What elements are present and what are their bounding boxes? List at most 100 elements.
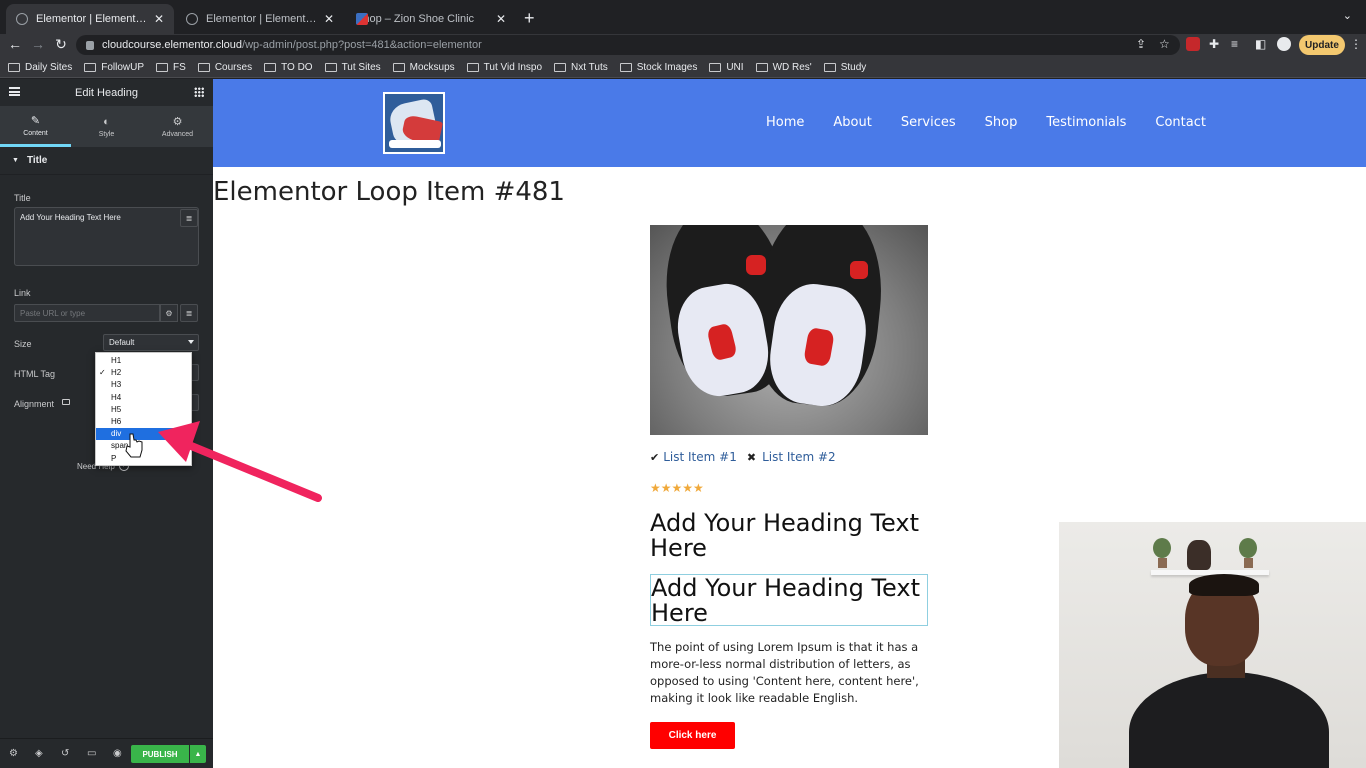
page-title: Elementor Loop Item #481 [213,177,565,207]
nav-testimonials[interactable]: Testimonials [1046,115,1126,130]
option-h6[interactable]: H6 [96,416,191,428]
nav-services[interactable]: Services [901,115,956,130]
new-tab-button[interactable]: + [524,8,535,29]
link-url-input[interactable]: Paste URL or type [14,304,160,322]
tab-content[interactable]: ✎ Content [0,106,71,147]
hamburger-menu-icon[interactable] [9,87,20,96]
list-item[interactable]: List Item #1 [663,450,737,464]
option-span[interactable]: span [96,440,191,452]
puzzle-extensions-icon[interactable]: ✚ [1209,37,1219,51]
address-bar[interactable]: cloudcourse.elementor.cloud/wp-admin/pos… [76,35,1180,55]
navigator-layers-icon[interactable]: ◈ [35,748,43,759]
profile-avatar-icon[interactable] [1277,37,1291,51]
browser-tab-1[interactable]: Elementor | Elementor Loop Item #481 ✕ [6,4,174,34]
folder-icon [554,63,567,72]
preview-eye-icon[interactable]: ◉ [113,748,122,759]
presenter-hair [1189,574,1259,596]
heading-widget-selected[interactable]: Add Your Heading Text Here [650,574,928,626]
title-textarea[interactable]: Add Your Heading Text Here [14,207,199,266]
nav-home[interactable]: Home [766,115,804,130]
bookmark-mocksups[interactable]: Mocksups [392,62,455,73]
red-accent [850,261,868,279]
reload-icon[interactable]: ↻ [51,36,71,53]
close-icon[interactable]: ✕ [154,12,164,26]
extension-red-icon[interactable] [1186,37,1200,51]
bookmark-to-do[interactable]: TO DO [264,62,313,73]
bookmark-nxt-tuts[interactable]: Nxt Tuts [554,62,608,73]
icon-list: ✔ List Item #1 ✖ List Item #2 [650,450,836,464]
red-accent [746,255,766,275]
bookmark-label: FS [173,62,186,73]
publish-options-caret-icon[interactable]: ▲ [190,745,206,763]
nav-shop[interactable]: Shop [985,115,1018,130]
link-options-gear-icon[interactable]: ⚙ [160,304,178,322]
side-panel-icon[interactable]: ◧ [1255,37,1266,51]
bookmark-wd-res[interactable]: WD Res' [755,62,812,73]
click-here-button[interactable]: Click here [650,722,735,749]
dynamic-tags-icon[interactable]: ≣ [180,209,198,227]
browser-tab-2[interactable]: Elementor | Elementor Loop #3... ✕ [176,4,344,34]
size-select[interactable]: Default [103,334,199,351]
option-div[interactable]: div [96,428,191,441]
desktop-responsive-icon[interactable] [62,399,70,405]
tab-search-chevron-icon[interactable]: ⌄ [1343,9,1352,22]
folder-icon [392,63,405,72]
size-select-value: Default [109,338,135,347]
plant-pot [1244,558,1253,568]
bookmark-uni[interactable]: UNI [709,62,744,73]
check-icon: ✔ [650,450,660,464]
bookmark-courses[interactable]: Courses [197,62,252,73]
option-h1[interactable]: H1 [96,355,191,367]
widgets-grid-icon[interactable] [194,87,204,97]
option-h4[interactable]: H4 [96,392,191,404]
browser-tab-3[interactable]: Shop – Zion Shoe Clinic ✕ [346,4,516,34]
folder-icon [324,63,337,72]
star-rating: ★★★★★ [650,481,704,495]
close-icon[interactable]: ✕ [324,12,334,26]
bookmark-stock-images[interactable]: Stock Images [619,62,697,73]
tab-advanced[interactable]: ⚙ Advanced [142,106,213,147]
bookmark-followup[interactable]: FollowUP [84,62,144,73]
back-arrow-icon[interactable]: ← [5,36,25,52]
tab-style[interactable]: ◐ Style [71,106,142,147]
option-h3[interactable]: H3 [96,379,191,391]
forward-arrow-icon[interactable]: → [28,36,48,52]
history-icon[interactable]: ↺ [61,748,69,759]
folder-icon [619,63,632,72]
bookmark-label: Study [840,62,867,73]
kebab-menu-icon[interactable]: ⋮ [1350,37,1362,51]
media-queue-icon[interactable]: ≡ [1231,37,1238,51]
share-icon[interactable]: ⇪ [1136,37,1146,51]
nav-about[interactable]: About [833,115,871,130]
section-title-toggle[interactable]: ▼ Title [0,147,213,175]
elephant-figurine [1187,540,1211,570]
option-h2[interactable]: H2 [96,367,191,379]
nav-contact[interactable]: Contact [1155,115,1206,130]
responsive-mode-icon[interactable]: ▭ [87,748,96,759]
logo-shoe-sole [389,140,441,148]
chevron-down-icon [188,340,194,344]
globe-icon [186,13,198,25]
bookmark-fs[interactable]: FS [156,62,186,73]
close-icon[interactable]: ✕ [496,12,506,26]
tab-title: Elementor | Elementor Loop Item #481 [36,13,148,25]
bookmark-tut-sites[interactable]: Tut Sites [324,62,381,73]
update-button[interactable]: Update [1299,35,1345,55]
bookmark-study[interactable]: Study [823,62,867,73]
publish-button[interactable]: PUBLISH [131,745,189,763]
folder-icon [264,63,277,72]
bookmark-tut-vid-inspo[interactable]: Tut Vid Inspo [466,62,542,73]
bookmark-label: Mocksups [409,62,455,73]
list-item[interactable]: List Item #2 [762,450,836,464]
product-image[interactable] [650,225,928,435]
star-icon[interactable]: ☆ [1159,37,1170,51]
link-label: Link [14,288,31,298]
option-p[interactable]: P [96,453,191,465]
option-h5[interactable]: H5 [96,404,191,416]
bookmark-daily-sites[interactable]: Daily Sites [8,62,72,73]
heading-widget[interactable]: Add Your Heading Text Here [650,511,928,561]
settings-gear-icon[interactable]: ⚙ [9,748,18,759]
bookmark-label: TO DO [281,62,313,73]
link-dynamic-tags-icon[interactable]: ≣ [180,304,198,322]
site-logo[interactable] [383,92,445,154]
